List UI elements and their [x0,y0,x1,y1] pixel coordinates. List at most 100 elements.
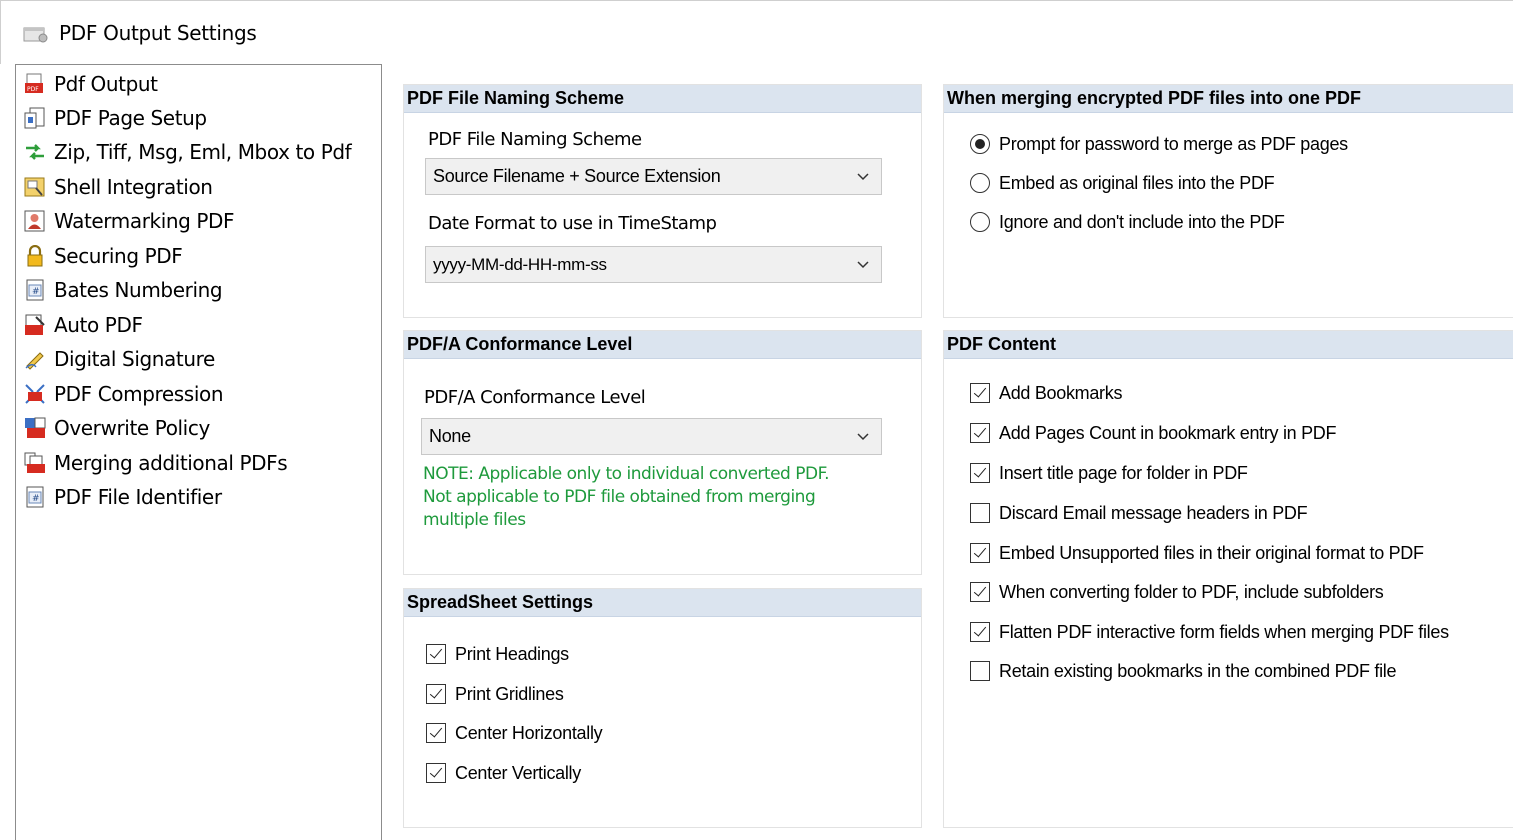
settings-nav-list[interactable]: PDF Pdf Output PDF Page Setup Zip, Tiff,… [15,64,382,840]
svg-text:PDF: PDF [27,86,39,93]
checkbox-label: Add Bookmarks [999,382,1123,403]
title-bar: PDF Output Settings [0,0,1513,64]
checkbox-retain-bookmarks[interactable]: Retain existing bookmarks in the combine… [970,659,1397,683]
nav-label: Pdf Output [54,72,158,96]
nav-label: Zip, Tiff, Msg, Eml, Mbox to Pdf [54,140,352,164]
chevron-down-icon [857,261,869,269]
page-setup-icon [24,107,45,129]
auto-pdf-icon [25,314,45,335]
chevron-down-icon [857,173,869,181]
checkbox-label: Insert title page for folder in PDF [999,462,1248,483]
checkbox[interactable] [970,582,990,602]
checkbox[interactable] [970,543,990,563]
nav-item-overwrite-policy[interactable]: Overwrite Policy [24,414,210,442]
encrypted-merge-panel: When merging encrypted PDF files into on… [943,84,1513,318]
checkbox-print-gridlines[interactable]: Print Gridlines [426,682,564,706]
radio-embed-original[interactable]: Embed as original files into the PDF [970,171,1275,195]
checkbox-label: Add Pages Count in bookmark entry in PDF [999,422,1337,443]
date-format-label: Date Format to use in TimeStamp [428,213,717,234]
naming-scheme-panel: PDF File Naming Scheme PDF File Naming S… [403,84,922,318]
checkbox-add-bookmarks[interactable]: Add Bookmarks [970,381,1122,405]
select-value: None [429,426,471,446]
naming-scheme-select[interactable]: Source Filename + Source Extension [425,158,882,195]
svg-text:#: # [32,494,40,504]
nav-label: PDF Compression [54,382,224,406]
pdf-output-icon: PDF [25,73,43,93]
radio-label: Prompt for password to merge as PDF page… [999,133,1348,154]
checkbox-title-page[interactable]: Insert title page for folder in PDF [970,461,1248,485]
panel-header: PDF File Naming Scheme [404,85,921,113]
compression-icon [25,384,45,404]
svg-text:#: # [32,287,40,297]
checkbox[interactable] [970,661,990,681]
radio-ignore[interactable]: Ignore and don't include into the PDF [970,210,1285,234]
nav-item-merging-pdfs[interactable]: Merging additional PDFs [24,449,288,477]
radio-prompt-password[interactable]: Prompt for password to merge as PDF page… [970,132,1348,156]
lock-icon [27,245,43,267]
date-format-select[interactable]: yyyy-MM-dd-HH-mm-ss [425,246,882,283]
pdfa-note: NOTE: Applicable only to individual conv… [423,463,830,532]
nav-item-auto-pdf[interactable]: Auto PDF [24,311,143,339]
checkbox[interactable] [426,763,446,783]
radio-button[interactable] [970,212,990,232]
panel-title: When merging encrypted PDF files into on… [947,88,1362,108]
checkbox-embed-unsupported[interactable]: Embed Unsupported files in their origina… [970,541,1424,565]
checkbox[interactable] [970,463,990,483]
nav-label: Digital Signature [54,347,215,371]
radio-button[interactable] [970,134,990,154]
panel-title: SpreadSheet Settings [407,592,594,612]
radio-label: Ignore and don't include into the PDF [999,211,1285,232]
checkbox[interactable] [426,723,446,743]
panel-title: PDF File Naming Scheme [407,88,625,108]
panel-title: PDF/A Conformance Level [407,334,633,354]
panel-header: SpreadSheet Settings [404,589,921,617]
nav-label: Securing PDF [54,244,183,268]
nav-label: Watermarking PDF [54,209,235,233]
checkbox-flatten-forms[interactable]: Flatten PDF interactive form fields when… [970,620,1449,644]
radio-button[interactable] [970,173,990,193]
checkbox-label: Discard Email message headers in PDF [999,502,1308,523]
merge-pdf-icon [24,452,45,473]
nav-item-securing[interactable]: Securing PDF [24,242,183,270]
checkbox-center-horizontally[interactable]: Center Horizontally [426,721,603,745]
nav-item-pdf-output[interactable]: PDF Pdf Output [24,70,158,98]
checkbox-discard-email-headers[interactable]: Discard Email message headers in PDF [970,501,1308,525]
checkbox[interactable] [970,383,990,403]
panel-title: PDF Content [947,334,1056,354]
checkbox-print-headings[interactable]: Print Headings [426,642,569,666]
spreadsheet-settings-panel: SpreadSheet Settings Print Headings Prin… [403,588,922,828]
nav-item-shell-integration[interactable]: Shell Integration [24,173,213,201]
nav-item-pdf-file-identifier[interactable]: # PDF File Identifier [24,483,222,511]
select-value: Source Filename + Source Extension [433,166,721,186]
checkbox[interactable] [426,644,446,664]
nav-item-pdf-page-setup[interactable]: PDF Page Setup [24,104,207,132]
nav-item-bates-numbering[interactable]: # Bates Numbering [24,276,223,304]
note-line: NOTE: Applicable only to individual conv… [423,464,830,484]
note-line: multiple files [423,510,526,530]
checkbox-include-subfolders[interactable]: When converting folder to PDF, include s… [970,580,1384,604]
checkbox[interactable] [970,503,990,523]
note-line: Not applicable to PDF file obtained from… [423,487,816,507]
checkbox[interactable] [970,622,990,642]
nav-label: Shell Integration [54,175,213,199]
checkbox[interactable] [970,423,990,443]
checkbox-pages-count[interactable]: Add Pages Count in bookmark entry in PDF [970,421,1336,445]
panel-header: PDF Content [944,331,1513,359]
nav-item-digital-signature[interactable]: Digital Signature [24,345,215,373]
hash-icon: # [26,279,44,301]
nav-item-zip-tiff-msg[interactable]: Zip, Tiff, Msg, Eml, Mbox to Pdf [24,138,352,166]
pdfa-level-label: PDF/A Conformance Level [424,387,646,408]
nav-label: PDF File Identifier [54,485,222,509]
checkbox-label: Center Vertically [455,762,581,783]
nav-item-watermarking[interactable]: Watermarking PDF [24,207,235,235]
checkbox-label: Retain existing bookmarks in the combine… [999,660,1397,681]
pdfa-level-select[interactable]: None [421,418,882,455]
shell-integration-icon [24,177,45,197]
checkbox-label: Print Gridlines [455,683,564,704]
nav-item-pdf-compression[interactable]: PDF Compression [24,380,224,408]
checkbox-center-vertically[interactable]: Center Vertically [426,761,581,785]
checkbox[interactable] [426,684,446,704]
watermark-icon [24,210,45,232]
nav-label: PDF Page Setup [54,106,207,130]
checkbox-label: Print Headings [455,643,569,664]
